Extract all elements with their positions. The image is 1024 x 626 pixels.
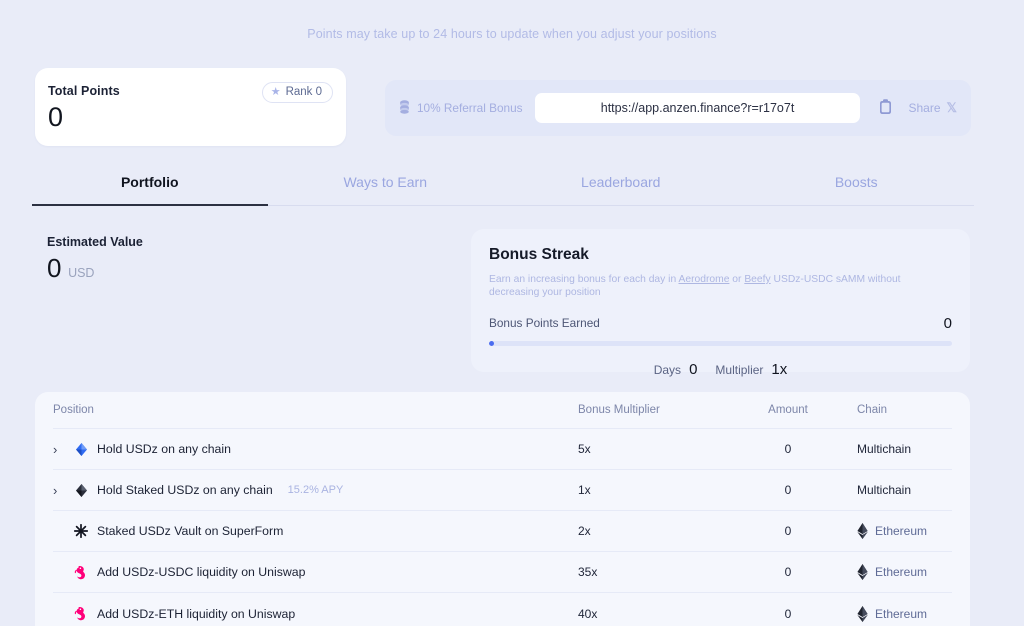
total-points-label: Total Points (48, 84, 120, 98)
bonus-points-earned-value: 0 (943, 314, 952, 332)
copy-referral-link-button[interactable] (872, 93, 898, 123)
referral-label-group: 10% Referral Bonus (399, 99, 523, 117)
star-icon: ★ (270, 85, 281, 98)
uniswap-icon (73, 564, 89, 580)
chain-label: Ethereum (875, 606, 928, 621)
total-points-card: Total Points 0 ★ Rank 0 (35, 68, 346, 146)
days-label: Days (653, 362, 682, 377)
row-chain: Multichain (843, 483, 952, 497)
tab-leaderboard[interactable]: Leaderboard (503, 164, 739, 205)
position-name: Staked USDz Vault on SuperForm (97, 524, 284, 538)
header-position: Position (53, 404, 94, 416)
row-amount: 0 (784, 565, 792, 579)
x-twitter-icon: 𝕏 (946, 100, 957, 115)
bonus-progress-bar (489, 340, 952, 346)
ethereum-icon (857, 605, 868, 622)
referral-bonus-label: 10% Referral Bonus (417, 101, 523, 115)
chain-label: Ethereum (875, 565, 928, 579)
superform-icon (73, 523, 89, 539)
chain-label: Ethereum (875, 524, 928, 538)
ethereum-icon (857, 523, 868, 539)
main-tabs: Portfolio Ways to Earn Leaderboard Boost… (32, 164, 974, 206)
bonus-streak-description: Earn an increasing bonus for each day in… (489, 273, 952, 300)
position-name: Add USDz-USDC liquidity on Uniswap (97, 565, 306, 579)
row-multiplier: 35x (578, 565, 598, 579)
row-multiplier: 5x (578, 442, 591, 456)
points-dashboard-page: Points may take up to 24 hours to update… (0, 0, 1024, 626)
staked-usdz-token-icon (73, 482, 89, 498)
table-row: ›Add USDz-ETH liquidity on Uniswap40x 0 Et… (53, 593, 952, 626)
header-chain: Chain (857, 404, 888, 416)
share-button[interactable]: Share 𝕏 (908, 100, 957, 116)
chain-label: Multichain (857, 483, 912, 497)
row-amount: 0 (784, 442, 792, 456)
estimated-value-label: Estimated Value (47, 235, 143, 249)
tab-ways-to-earn[interactable]: Ways to Earn (268, 164, 504, 205)
table-row: ›Add USDz-USDC liquidity on Uniswap35x 0 E… (53, 552, 952, 593)
row-multiplier: 1x (578, 483, 591, 497)
chevron-right-icon[interactable]: › (53, 484, 65, 497)
row-amount: 0 (784, 606, 792, 621)
days-value: 0 (689, 360, 698, 378)
total-points-value: 0 (48, 102, 63, 132)
estimated-value-number: 0 (47, 253, 62, 283)
row-multiplier: 2x (578, 524, 591, 538)
rank-badge[interactable]: ★ Rank 0 (261, 82, 333, 103)
row-position-cell: › Hold USDz on any chain (53, 441, 578, 457)
chain-label: Multichain (857, 442, 912, 456)
row-amount: 0 (784, 483, 792, 497)
bonus-streak-title: Bonus Streak (489, 246, 589, 263)
table-row: ›Staked USDz Vault on SuperForm2x 0 Ethere… (53, 511, 952, 552)
desc-part-1: Earn an increasing bonus for each day in (489, 274, 679, 285)
estimated-value-currency: USD (68, 266, 95, 280)
row-position-cell: ›Add USDz-USDC liquidity on Uniswap (53, 564, 578, 580)
position-apy: 15.2% APY (287, 484, 344, 496)
uniswap-icon (73, 606, 89, 622)
coins-stack-icon (399, 99, 410, 117)
table-row[interactable]: › Hold Staked USDz on any chain 15.2% APY 1… (53, 470, 952, 511)
tab-portfolio[interactable]: Portfolio (32, 164, 268, 206)
row-chain: Ethereum (843, 605, 952, 622)
bonus-points-row: Bonus Points Earned 0 (489, 315, 952, 332)
row-position-cell: ›Add USDz-ETH liquidity on Uniswap (53, 606, 578, 622)
multiplier-value: 1x (771, 360, 788, 378)
referral-bar: 10% Referral Bonus Share 𝕏 (385, 80, 971, 136)
row-chain: Ethereum (843, 523, 952, 539)
estimated-value-group: 0 USD (47, 253, 94, 284)
beefy-link[interactable]: Beefy (744, 274, 770, 285)
clipboard-copy-icon (879, 98, 892, 118)
points-update-notice: Points may take up to 24 hours to update… (307, 27, 717, 41)
header-bonus-multiplier: Bonus Multiplier (578, 404, 660, 416)
positions-table: Position Bonus Multiplier Amount Chain ›… (35, 392, 970, 626)
row-position-cell: ›Staked USDz Vault on SuperForm (53, 523, 578, 539)
chevron-right-icon[interactable]: › (53, 443, 65, 456)
header-amount: Amount (768, 404, 808, 416)
tab-boosts[interactable]: Boosts (739, 164, 975, 205)
table-row[interactable]: › Hold USDz on any chain 5x 0 Multichain (53, 429, 952, 470)
rank-badge-label: Rank 0 (285, 86, 322, 98)
position-name: Hold Staked USDz on any chain (97, 483, 273, 497)
row-amount: 0 (784, 524, 792, 538)
row-multiplier: 40x (578, 606, 598, 621)
position-name: Add USDz-ETH liquidity on Uniswap (97, 606, 296, 621)
position-name: Hold USDz on any chain (97, 442, 231, 456)
bonus-points-earned-label: Bonus Points Earned (489, 316, 600, 331)
table-body: › Hold USDz on any chain 5x 0 Multichain › Hol… (53, 429, 952, 626)
bonus-progress-fill (489, 340, 494, 346)
table-header-row: Position Bonus Multiplier Amount Chain (53, 392, 952, 429)
ethereum-icon (857, 564, 868, 580)
share-button-label: Share (908, 101, 941, 115)
multiplier-label: Multiplier (715, 362, 764, 377)
row-chain: Ethereum (843, 564, 952, 580)
usdz-token-icon (73, 441, 89, 457)
bonus-streak-footer: Days 0 Multiplier 1x (489, 361, 952, 378)
bonus-streak-card: Bonus Streak Earn an increasing bonus fo… (471, 229, 970, 378)
aerodrome-link[interactable]: Aerodrome (678, 274, 729, 285)
row-chain: Multichain (843, 442, 952, 456)
row-position-cell: › Hold Staked USDz on any chain 15.2% APY (53, 482, 578, 498)
referral-link-input[interactable] (534, 93, 861, 123)
desc-part-2: or (729, 274, 745, 285)
